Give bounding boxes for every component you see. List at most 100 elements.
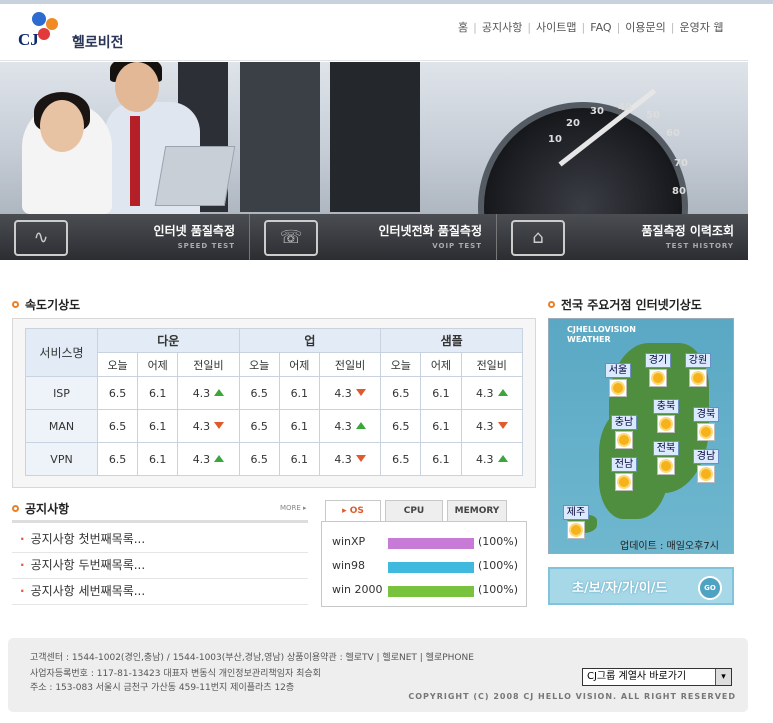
os-bar: [388, 586, 474, 597]
gauge-number: 80: [672, 186, 686, 197]
person-head: [40, 100, 84, 152]
city-jeonbuk[interactable]: 전북: [653, 441, 679, 475]
sunny-icon: [615, 473, 633, 491]
table-cell: 6.1: [278, 376, 320, 410]
beginner-guide-banner[interactable]: 초/보/자/가/이/드 GO: [548, 567, 734, 605]
table-cell: 6.5: [96, 376, 139, 410]
tab-cpu[interactable]: CPU: [385, 500, 443, 522]
weather-map-caption: CJHELLOVISION WEATHER: [567, 325, 636, 344]
table-row: MAN 6.5 6.1 4.3 6.5 6.1 4.3 6.5 6.1 4.3: [25, 409, 523, 443]
tab-memory[interactable]: MEMORY: [447, 500, 507, 522]
table-cell: 6.5: [238, 409, 280, 443]
city-gyeongbuk[interactable]: 경북: [693, 407, 719, 441]
arrow-down-icon: [355, 454, 366, 462]
gauge-number: 50: [646, 110, 660, 121]
notice-item[interactable]: 공지사항 세번째목록...: [12, 579, 308, 605]
weather-update-time: 업데이트 : 매일오후7시: [620, 541, 719, 552]
service-name: MAN: [25, 409, 98, 443]
logo-dot-red: [38, 28, 50, 40]
notice-item[interactable]: 공지사항 두번째목록...: [12, 553, 308, 579]
city-gyeonggi[interactable]: 경기: [645, 353, 671, 387]
table-cell: 6.1: [137, 442, 179, 476]
person-head: [115, 62, 159, 112]
os-percent: (100%): [478, 535, 519, 548]
menu-voip-test[interactable]: ☏ 인터넷전화 품질측정 VOIP TEST: [250, 214, 497, 260]
nav-notice[interactable]: 공지사항: [482, 21, 522, 34]
change-value: 4.3: [192, 452, 211, 466]
table-cell-change: 4.3: [460, 376, 523, 410]
os-percent: (100%): [478, 559, 519, 572]
gauge-number: 70: [674, 158, 688, 169]
nav-admin[interactable]: 운영자 웹: [679, 21, 723, 34]
server-rack: [330, 62, 420, 212]
table-row: ISP 6.5 6.1 4.3 6.5 6.1 4.3 6.5 6.1 4.3: [25, 376, 523, 410]
notice-more-link[interactable]: MORE ▸: [280, 504, 307, 512]
sunny-icon: [697, 465, 715, 483]
menu-test-history[interactable]: ⌂ 품질측정 이력조회 TEST HISTORY: [497, 214, 748, 260]
os-row: win 2000 (100%): [332, 583, 522, 599]
bullet-icon: [12, 505, 19, 512]
table-cell: 6.1: [420, 442, 462, 476]
menu-title: 인터넷전화 품질측정: [378, 224, 482, 238]
affiliate-select[interactable]: CJ그룹 계열사 바로가기 ▾: [582, 668, 732, 686]
city-gangwon[interactable]: 강원: [685, 353, 711, 387]
sunny-icon: [615, 431, 633, 449]
change-value: 4.3: [192, 419, 211, 433]
change-value: 4.3: [334, 386, 352, 400]
os-row: win98 (100%): [332, 559, 522, 575]
arrow-up-icon: [355, 421, 366, 429]
nav-inquiry[interactable]: 이용문의: [625, 21, 665, 34]
city-chungbuk[interactable]: 충북: [653, 399, 679, 433]
arrow-down-icon: [497, 421, 508, 429]
nav-sitemap[interactable]: 사이트맵: [536, 21, 576, 34]
city-jeju[interactable]: 제주: [563, 505, 589, 539]
city-gyeongnam[interactable]: 경남: [693, 449, 719, 483]
os-name: winXP: [332, 535, 366, 548]
logo-mark: CJ: [18, 30, 39, 49]
sunny-icon: [657, 457, 675, 475]
arrow-up-icon: [214, 388, 225, 396]
change-value: 4.3: [476, 419, 494, 433]
subcol-header: 오늘: [238, 352, 280, 377]
notice-section-title: 공지사항: [12, 500, 69, 517]
table-cell-change: 4.3: [460, 409, 523, 443]
header: CJ 헬로비전 홈 | 공지사항 | 사이트맵 | FAQ | 이용문의 | 운영자 웹: [0, 4, 748, 61]
speed-weather-box: 서비스명 다운 업 샘플 오늘 어제 전일비 오늘 어제 전일비 오늘 어제 전…: [12, 318, 536, 488]
voip-test-icon: ☏: [264, 220, 318, 256]
subcol-header: 어제: [420, 352, 462, 377]
sunny-icon: [657, 415, 675, 433]
menu-subtitle: VOIP TEST: [432, 242, 482, 250]
subcol-header: 어제: [278, 352, 320, 377]
sunny-icon: [697, 423, 715, 441]
notice-item[interactable]: 공지사항 첫번째목록...: [12, 527, 308, 553]
city-jeonnam[interactable]: 전남: [611, 457, 637, 491]
nav-home[interactable]: 홈: [458, 21, 468, 34]
hero-banner: 10 20 30 40 50 60 70 80: [0, 62, 748, 214]
table-cell: 6.5: [238, 376, 280, 410]
speed-table: 서비스명 다운 업 샘플 오늘 어제 전일비 오늘 어제 전일비 오늘 어제 전…: [25, 328, 523, 476]
city-seoul[interactable]: 서울: [605, 363, 631, 397]
tab-os[interactable]: ▸ OS: [325, 500, 381, 522]
table-cell-change: 4.3: [177, 376, 240, 410]
arrow-down-icon: [214, 421, 225, 429]
subcol-header: 오늘: [96, 352, 139, 377]
page: CJ 헬로비전 홈 | 공지사항 | 사이트맵 | FAQ | 이용문의 | 운영자 웹 10 20…: [0, 0, 773, 723]
os-name: win 2000: [332, 583, 383, 596]
logo[interactable]: CJ 헬로비전: [18, 12, 138, 56]
divider: [12, 520, 308, 523]
os-name: win98: [332, 559, 366, 572]
person-tie: [130, 116, 140, 206]
subcol-header: 오늘: [380, 352, 422, 377]
bullet-icon: [548, 301, 555, 308]
nav-faq[interactable]: FAQ: [590, 21, 611, 34]
logo-name: 헬로비전: [72, 35, 124, 51]
gauge-number: 10: [548, 134, 562, 145]
table-row: VPN 6.5 6.1 4.3 6.5 6.1 4.3 6.5 6.1 4.3: [25, 442, 523, 476]
go-button[interactable]: GO: [698, 576, 722, 600]
service-name: ISP: [25, 376, 98, 410]
menu-speed-test[interactable]: ∿ 인터넷 품질측정 SPEED TEST: [0, 214, 250, 260]
city-chungnam[interactable]: 충남: [611, 415, 637, 449]
os-percent: (100%): [478, 583, 519, 596]
os-bar: [388, 562, 474, 573]
weather-title: 전국 주요거점 인터넷기상도: [561, 298, 702, 312]
